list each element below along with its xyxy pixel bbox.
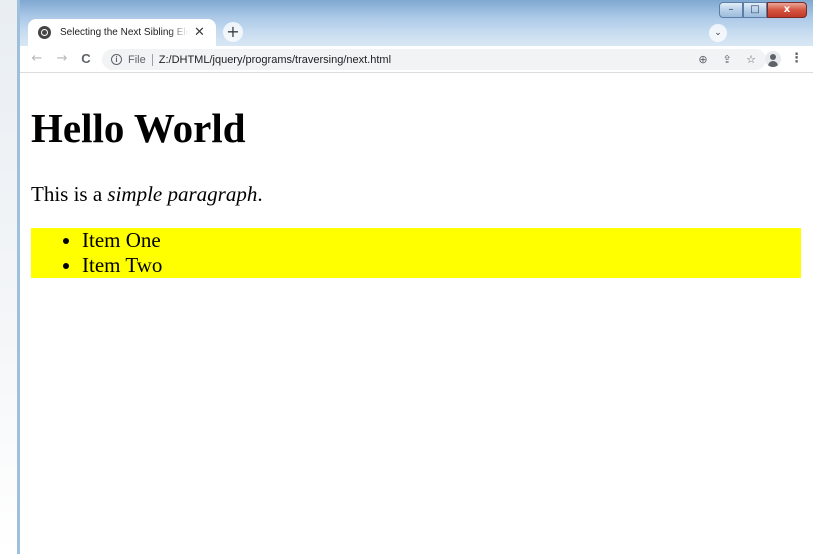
paragraph-prefix: This is a bbox=[31, 182, 108, 206]
profile-avatar-icon[interactable] bbox=[765, 51, 781, 67]
page-heading: Hello World bbox=[31, 105, 246, 151]
address-bar[interactable]: i File Z:/DHTML/jquery/programs/traversi… bbox=[102, 49, 766, 70]
address-bar-actions: ⊕ ⇪ ☆ bbox=[688, 51, 760, 68]
forward-arrow-icon[interactable]: → bbox=[54, 51, 70, 67]
tab-strip: Selecting the Next Sibling Element ✕ + ⌄… bbox=[20, 0, 813, 46]
info-icon[interactable]: i bbox=[111, 54, 122, 65]
paragraph-emphasis: simple paragraph bbox=[107, 182, 258, 206]
browser-toolbar: ← → C i File Z:/DHTML/jquery/programs/tr… bbox=[20, 46, 813, 73]
minimize-button[interactable]: – bbox=[719, 2, 743, 18]
list-item: Item One bbox=[82, 228, 801, 253]
bookmark-star-icon[interactable]: ☆ bbox=[742, 51, 760, 68]
tab-search-chevron-icon[interactable]: ⌄ bbox=[709, 24, 727, 42]
tab-title: Selecting the Next Sibling Element bbox=[60, 27, 188, 38]
reload-icon[interactable]: C bbox=[78, 51, 94, 67]
zoom-icon[interactable]: ⊕ bbox=[694, 51, 712, 68]
address-separator bbox=[151, 53, 153, 66]
menu-kebab-icon[interactable]: ⋮ bbox=[790, 51, 803, 67]
window-controls: – □ x bbox=[719, 2, 807, 18]
close-tab-icon[interactable]: ✕ bbox=[194, 26, 205, 39]
maximize-button[interactable]: □ bbox=[743, 2, 767, 18]
highlighted-list: Item One Item Two bbox=[31, 228, 801, 278]
globe-icon bbox=[38, 26, 51, 39]
browser-window: Selecting the Next Sibling Element ✕ + ⌄… bbox=[17, 0, 813, 554]
active-tab[interactable]: Selecting the Next Sibling Element ✕ bbox=[28, 19, 216, 46]
scheme-label: File bbox=[128, 53, 146, 66]
close-window-button[interactable]: x bbox=[767, 2, 807, 18]
page-paragraph: This is a simple paragraph. bbox=[31, 184, 263, 205]
paragraph-suffix: . bbox=[257, 182, 263, 206]
new-tab-button[interactable]: + bbox=[223, 22, 243, 42]
share-icon[interactable]: ⇪ bbox=[718, 51, 736, 68]
list-item: Item Two bbox=[82, 253, 801, 278]
url-text[interactable]: Z:/DHTML/jquery/programs/traversing/next… bbox=[159, 54, 391, 66]
page-viewport: Hello World This is a simple paragraph. … bbox=[20, 73, 813, 554]
back-arrow-icon[interactable]: ← bbox=[29, 51, 45, 67]
